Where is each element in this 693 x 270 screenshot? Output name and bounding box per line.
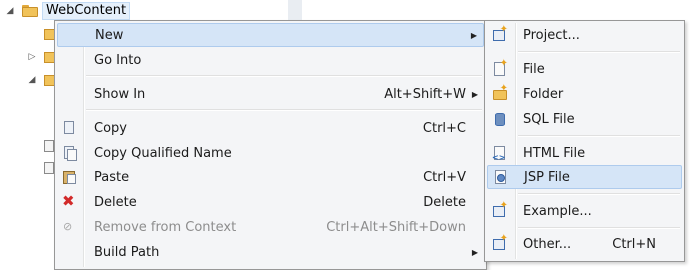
copy-qualified-name-icon: [61, 145, 77, 161]
new-file-icon: ✦: [492, 59, 508, 77]
new-submenu: ✦ Project... ✦ File ✦ Folder SQL File <>…: [484, 20, 685, 262]
submenu-item-other[interactable]: ✦ Other... Ctrl+N: [487, 232, 682, 256]
tree-item-label: WebContent: [42, 2, 131, 20]
tree-item-webcontent[interactable]: ◢ WebContent: [4, 1, 131, 21]
example-icon: ✦: [492, 201, 508, 219]
menu-item-remove-from-context[interactable]: ⊘ Remove from Context Ctrl+Alt+Shift+Dow…: [57, 215, 484, 239]
submenu-item-file[interactable]: ✦ File: [487, 57, 682, 81]
submenu-item-label: Other...: [523, 236, 572, 252]
submenu-arrow-icon: ▶: [471, 89, 478, 99]
menu-separator: [86, 109, 482, 111]
delete-icon: ✖: [62, 192, 75, 210]
submenu-item-jsp-file[interactable]: JSP File: [487, 165, 682, 189]
file-icon: [44, 140, 54, 152]
menu-item-paste[interactable]: Paste Ctrl+V: [57, 165, 484, 189]
menu-item-shortcut: Alt+Shift+W: [384, 86, 466, 102]
menu-item-copy[interactable]: Copy Ctrl+C: [57, 116, 484, 140]
submenu-item-label: JSP File: [524, 169, 570, 185]
submenu-separator: [518, 227, 680, 229]
menu-item-label: Show In: [94, 86, 146, 102]
menu-item-new[interactable]: New ▶: [57, 23, 484, 47]
view-divider: [288, 0, 302, 22]
menu-item-label: Copy: [94, 120, 127, 136]
menu-item-build-path[interactable]: Build Path ▶: [57, 240, 484, 264]
menu-item-delete[interactable]: ✖ Delete Delete: [57, 190, 484, 214]
menu-item-shortcut: Ctrl+V: [423, 169, 466, 185]
new-folder-icon: ✦: [492, 84, 508, 102]
submenu-item-label: File: [523, 61, 545, 77]
menu-separator: [86, 75, 482, 77]
collapse-arrow-icon[interactable]: ◢: [4, 6, 16, 16]
folder-open-icon: [22, 5, 38, 17]
other-wizard-icon: ✦: [492, 234, 508, 252]
context-menu: New ▶ Go Into Show In Alt+Shift+W ▶ Copy…: [54, 20, 487, 270]
submenu-item-sql-file[interactable]: SQL File: [487, 107, 682, 131]
html-file-icon: <>: [492, 145, 508, 162]
menu-item-label: New: [95, 27, 124, 43]
submenu-separator: [518, 135, 680, 137]
expand-arrow-icon[interactable]: ▷: [26, 52, 38, 62]
submenu-item-label: Project...: [523, 27, 580, 43]
new-project-icon: ✦: [492, 25, 508, 43]
menu-item-label: Build Path: [94, 244, 160, 260]
menu-item-label: Paste: [94, 169, 130, 185]
submenu-item-shortcut: Ctrl+N: [612, 236, 656, 252]
file-icon: [44, 162, 54, 174]
tree-item-expanded[interactable]: ◢: [4, 70, 38, 90]
submenu-item-project[interactable]: ✦ Project...: [487, 23, 682, 47]
menu-item-shortcut: Ctrl+C: [422, 120, 466, 136]
submenu-arrow-icon: ▶: [470, 30, 477, 40]
submenu-item-example[interactable]: ✦ Example...: [487, 199, 682, 223]
collapse-arrow-icon[interactable]: ◢: [26, 75, 38, 85]
menu-item-label: Go Into: [94, 52, 142, 68]
tree-item-collapsed[interactable]: ▷: [4, 47, 38, 67]
submenu-item-label: Folder: [523, 86, 564, 102]
submenu-separator: [518, 193, 680, 195]
menu-item-label: Delete: [94, 194, 137, 210]
submenu-item-html-file[interactable]: <> HTML File: [487, 141, 682, 165]
menu-item-go-into[interactable]: Go Into: [57, 48, 484, 72]
copy-icon: [61, 120, 77, 136]
menu-item-copy-qualified-name[interactable]: Copy Qualified Name: [57, 141, 484, 165]
submenu-item-label: HTML File: [523, 145, 586, 161]
submenu-item-label: Example...: [523, 203, 592, 219]
submenu-item-folder[interactable]: ✦ Folder: [487, 82, 682, 106]
submenu-item-label: SQL File: [523, 111, 575, 127]
submenu-arrow-icon: ▶: [471, 247, 478, 257]
menu-item-shortcut: Ctrl+Alt+Shift+Down: [326, 219, 466, 235]
menu-item-shortcut: Delete: [423, 194, 466, 210]
paste-icon: [61, 169, 77, 185]
submenu-separator: [518, 51, 680, 53]
jsp-file-icon: [493, 169, 509, 185]
remove-context-icon: ⊘: [63, 220, 73, 233]
menu-item-label: Remove from Context: [94, 219, 237, 235]
sql-file-icon: [492, 111, 508, 127]
menu-item-show-in[interactable]: Show In Alt+Shift+W ▶: [57, 82, 484, 106]
menu-item-label: Copy Qualified Name: [94, 145, 232, 161]
